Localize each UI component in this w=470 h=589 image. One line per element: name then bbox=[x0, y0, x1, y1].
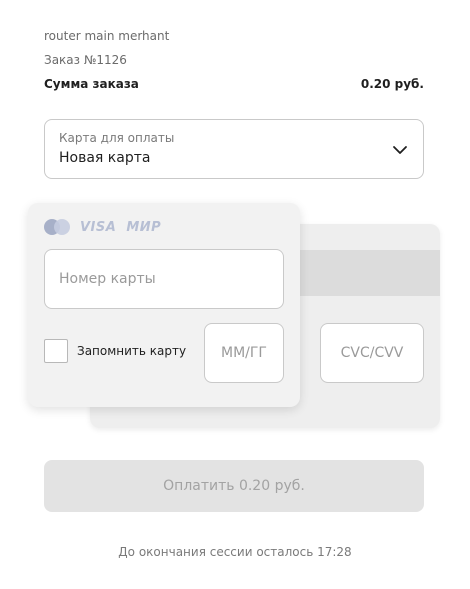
remember-card-checkbox[interactable] bbox=[44, 339, 68, 363]
cvc-placeholder: CVC/CVV bbox=[340, 345, 404, 361]
cvc-input[interactable]: CVC/CVV bbox=[320, 323, 424, 383]
card-front: VISA МИР Номер карты Запомнить карту ММ/… bbox=[28, 203, 300, 407]
mastercard-icon bbox=[44, 219, 70, 235]
payment-card-select[interactable]: Карта для оплаты Новая карта bbox=[44, 119, 424, 179]
visa-logo: VISA bbox=[80, 219, 117, 235]
session-timer: До окончания сессии осталось 17:28 bbox=[118, 545, 352, 559]
pay-button-label: Оплатить 0.20 руб. bbox=[163, 478, 305, 494]
remember-card-label: Запомнить карту bbox=[77, 344, 187, 358]
order-sum-row: Сумма заказа 0.20 руб. bbox=[44, 77, 424, 91]
remember-card[interactable]: Запомнить карту bbox=[44, 339, 186, 363]
card-number-input[interactable]: Номер карты bbox=[44, 249, 284, 309]
order-sum-label: Сумма заказа bbox=[44, 77, 139, 91]
order-sum-value: 0.20 руб. bbox=[360, 77, 424, 91]
expiry-placeholder: ММ/ГГ bbox=[221, 345, 267, 361]
card-number-placeholder: Номер карты bbox=[59, 271, 156, 287]
card-brands: VISA МИР bbox=[44, 219, 161, 235]
expiry-input[interactable]: ММ/ГГ bbox=[204, 323, 284, 383]
payment-card-select-label: Карта для оплаты bbox=[59, 131, 175, 145]
chevron-down-icon bbox=[393, 146, 407, 154]
mir-logo: МИР bbox=[126, 219, 162, 235]
payment-card-select-value: Новая карта bbox=[59, 150, 151, 166]
order-number: Заказ №1126 bbox=[44, 53, 127, 67]
pay-button[interactable]: Оплатить 0.20 руб. bbox=[44, 460, 424, 512]
merchant-name: router main merhant bbox=[44, 29, 170, 43]
